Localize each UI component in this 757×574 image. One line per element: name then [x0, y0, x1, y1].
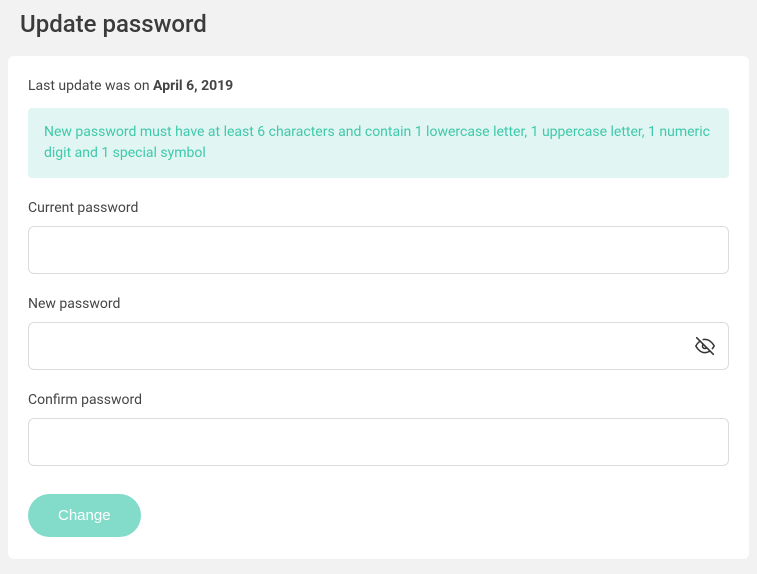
- password-card: Last update was on April 6, 2019 New pas…: [8, 56, 749, 559]
- last-update-text: Last update was on April 6, 2019: [28, 78, 729, 94]
- new-password-label: New password: [28, 296, 729, 312]
- new-password-group: New password: [28, 296, 729, 370]
- change-button[interactable]: Change: [28, 494, 141, 537]
- last-update-prefix: Last update was on: [28, 78, 153, 94]
- last-update-date: April 6, 2019: [153, 78, 233, 94]
- page-title: Update password: [20, 10, 749, 38]
- confirm-password-input[interactable]: [28, 418, 729, 466]
- confirm-password-label: Confirm password: [28, 392, 729, 408]
- new-password-wrapper: [28, 322, 729, 370]
- current-password-wrapper: [28, 226, 729, 274]
- confirm-password-wrapper: [28, 418, 729, 466]
- password-requirements-box: New password must have at least 6 charac…: [28, 108, 729, 178]
- confirm-password-group: Confirm password: [28, 392, 729, 466]
- current-password-label: Current password: [28, 200, 729, 216]
- new-password-input[interactable]: [28, 322, 729, 370]
- eye-off-icon[interactable]: [695, 336, 715, 356]
- current-password-input[interactable]: [28, 226, 729, 274]
- current-password-group: Current password: [28, 200, 729, 274]
